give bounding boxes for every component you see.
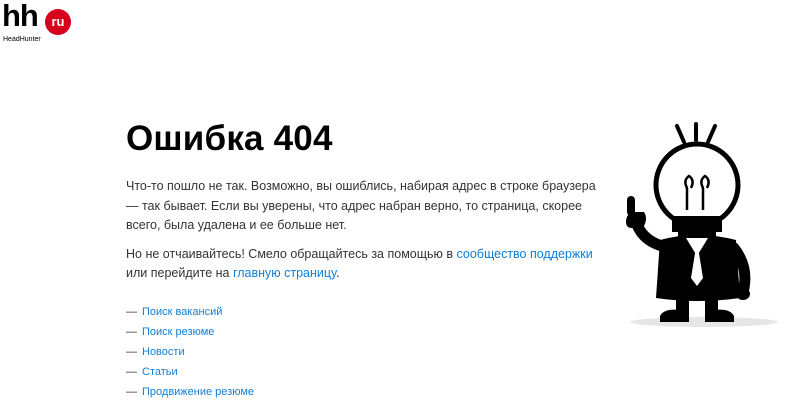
vacancy-search-link[interactable]: Поиск вакансий [142, 306, 222, 318]
error-page: hh ru HeadHunter Ошибка 404 Что-то пошло… [0, 0, 800, 409]
support-community-link[interactable]: сообщество поддержки [457, 247, 593, 261]
error-content: Ошибка 404 Что-то пошло не так. Возможно… [126, 117, 606, 402]
dash-bullet: — [126, 385, 137, 398]
resume-search-link[interactable]: Поиск резюме [142, 326, 214, 338]
hh-logo[interactable]: hh ru HeadHunter [2, 0, 74, 49]
list-item: — Статьи [126, 362, 606, 382]
lightbulb-man-icon [626, 122, 778, 327]
help-text-end: . [336, 266, 340, 280]
logo-subtitle: HeadHunter [3, 36, 41, 43]
help-text-start: Но не отчаивайтесь! Смело обращайтесь за… [126, 246, 457, 261]
resume-promotion-link[interactable]: Продвижение резюме [142, 386, 254, 398]
dash-bullet: — [126, 305, 137, 318]
articles-link[interactable]: Статьи [142, 366, 178, 378]
news-link[interactable]: Новости [142, 346, 185, 358]
logo-mark: hh [2, 0, 39, 33]
dash-bullet: — [126, 325, 137, 338]
page-title: Ошибка 404 [126, 119, 333, 158]
list-item: — Продвижение резюме [126, 382, 606, 402]
quick-links-list: — Поиск вакансий — Поиск резюме — Новости —… [126, 302, 606, 402]
help-paragraph: Но не отчаивайтесь! Смело обращайтесь за… [126, 245, 606, 284]
home-page-link[interactable]: главную страницу [233, 266, 336, 280]
list-item: — Новости [126, 342, 606, 362]
error-description: Что-то пошло не так. Возможно, вы ошибли… [126, 179, 596, 232]
help-text-middle: или перейдите на [126, 266, 233, 280]
logo-badge: ru [45, 9, 71, 35]
list-item: — Поиск вакансий [126, 302, 606, 322]
dash-bullet: — [126, 365, 137, 378]
dash-bullet: — [126, 345, 137, 358]
list-item: — Поиск резюме [126, 322, 606, 342]
